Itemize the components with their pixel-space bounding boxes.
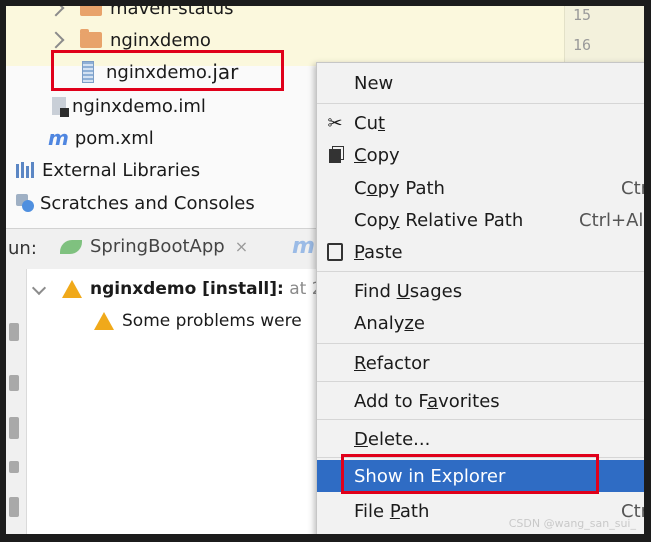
menu-item-copy-path[interactable]: Copy Path Ctr <box>317 172 644 204</box>
paste-icon <box>325 241 345 264</box>
tab-springbootapp[interactable]: SpringBootApp × <box>60 236 248 257</box>
shortcut-label: Ctr <box>621 177 644 199</box>
line-number: 15 <box>573 6 592 24</box>
menu-item-analyze[interactable]: Analyze <box>317 307 644 339</box>
spring-boot-icon <box>60 239 82 254</box>
menu-divider <box>317 271 644 272</box>
menu-divider <box>317 103 644 104</box>
toolbar-icon[interactable] <box>9 323 19 341</box>
tree-item-pom-xml[interactable]: m pom.xml <box>48 122 154 154</box>
warning-icon <box>94 312 114 330</box>
menu-divider <box>317 343 644 344</box>
build-result-row[interactable]: nginxdemo [install]: at 2 <box>62 275 323 303</box>
menu-item-copy[interactable]: Copy <box>317 139 644 171</box>
watermark: CSDN @wang_san_sui_ <box>508 517 636 530</box>
tree-item-maven-status[interactable]: maven-status <box>47 6 234 24</box>
toolbar-icon[interactable] <box>9 375 19 391</box>
menu-divider <box>317 419 644 420</box>
expand-arrow-icon[interactable] <box>47 31 65 49</box>
warning-icon <box>62 280 82 298</box>
jar-highlight-box <box>51 50 284 91</box>
menu-item-find-usages[interactable]: Find Usages <box>317 275 644 307</box>
show-in-explorer-highlight-box <box>341 454 599 494</box>
menu-item-add-to-favorites[interactable]: Add to Favorites <box>317 385 644 417</box>
scissors-icon: ✂ <box>327 112 343 134</box>
menu-item-paste[interactable]: Paste <box>317 236 644 268</box>
maven-icon: m <box>48 126 69 150</box>
menu-item-new[interactable]: New <box>317 67 644 99</box>
toolbar-icon[interactable] <box>9 461 19 473</box>
run-label: un: <box>8 238 37 259</box>
toolbar-icon[interactable] <box>9 497 19 517</box>
line-number: 16 <box>573 36 592 54</box>
run-toolbar <box>6 269 27 534</box>
tab-maven[interactable]: m <box>292 234 315 259</box>
tree-item-scratches-and-consoles[interactable]: Scratches and Consoles <box>16 187 255 219</box>
tree-item-external-libraries[interactable]: External Libraries <box>16 154 200 186</box>
libraries-icon <box>16 162 34 178</box>
menu-item-copy-relative-path[interactable]: Copy Relative Path Ctrl+Al <box>317 204 644 236</box>
editor-gutter: 15 16 <box>564 6 644 66</box>
folder-icon <box>80 6 102 16</box>
scratches-icon <box>16 194 34 212</box>
folder-icon <box>80 29 102 48</box>
menu-item-cut[interactable]: ✂ Cut <box>317 107 644 139</box>
tree-item-nginxdemo-iml[interactable]: nginxdemo.iml <box>52 90 206 122</box>
menu-item-delete[interactable]: Delete... <box>317 423 644 455</box>
copy-icon <box>325 145 345 166</box>
module-file-icon <box>52 97 69 117</box>
build-message-row[interactable]: Some problems were <box>94 307 302 335</box>
chevron-down-icon[interactable] <box>31 280 47 296</box>
close-icon[interactable]: × <box>235 237 248 256</box>
shortcut-label: Ctrl+Al <box>579 209 644 231</box>
menu-item-refactor[interactable]: Refactor <box>317 347 644 379</box>
toolbar-icon[interactable] <box>9 417 19 439</box>
menu-divider <box>317 381 644 382</box>
ide-window: maven-status nginxdemo nginxdemo. jar ngi… <box>6 6 644 534</box>
expand-arrow-icon[interactable] <box>47 6 65 17</box>
